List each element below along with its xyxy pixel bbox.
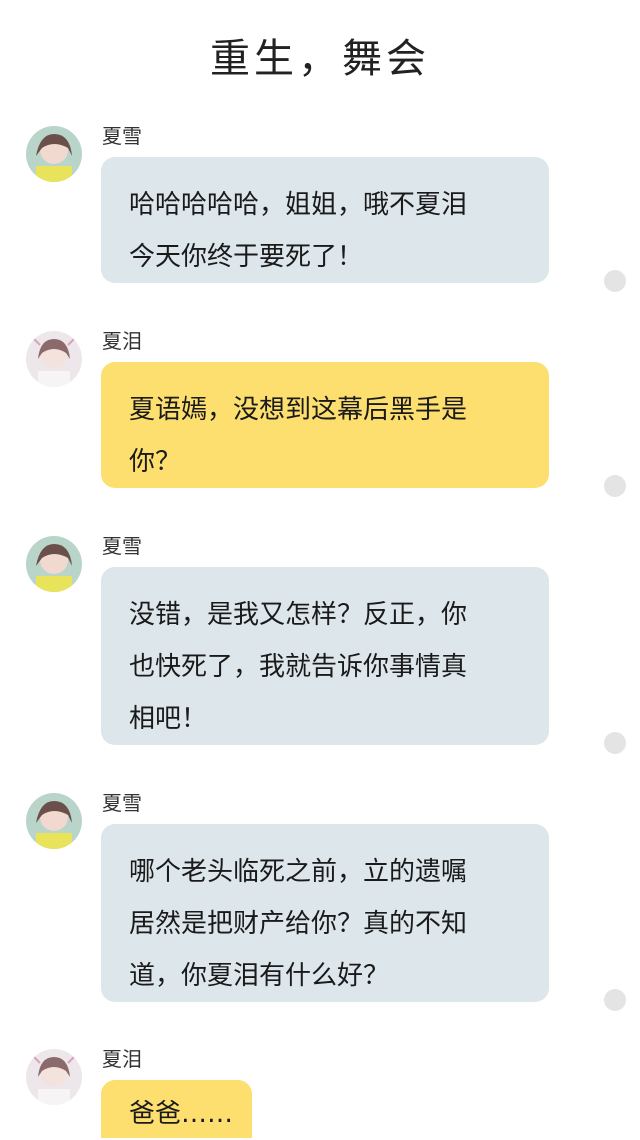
message-bubble: 没错，是我又怎样？反正，你 也快死了，我就告诉你事情真 相吧！ <box>101 567 549 745</box>
avatar-xialei[interactable] <box>26 1049 82 1105</box>
read-status-dot <box>604 475 626 497</box>
avatar-xiaxue[interactable] <box>26 793 82 849</box>
avatar-xialei[interactable] <box>26 331 82 387</box>
message-text-line: 你？ <box>129 447 182 477</box>
message-bubble: 爸爸…… <box>101 1080 252 1138</box>
avatar-xiaxue[interactable] <box>26 126 82 182</box>
sender-name: 夏雪 <box>102 534 142 558</box>
sender-name: 夏雪 <box>102 791 142 815</box>
sender-name: 夏泪 <box>102 1047 142 1071</box>
message-text-line: 相吧！ <box>129 704 208 734</box>
message-text-line: 今天你终于要死了！ <box>129 242 364 272</box>
avatar-xiaxue[interactable] <box>26 536 82 592</box>
page-title: 重生，舞会 <box>210 36 430 82</box>
message-text-line: 爸爸…… <box>129 1099 234 1129</box>
read-status-dot <box>604 732 626 754</box>
read-status-dot <box>604 270 626 292</box>
read-status-dot <box>604 989 626 1011</box>
message-text-line: 哈哈哈哈哈，姐姐，哦不夏泪 <box>129 190 468 220</box>
message-text-line: 哪个老头临死之前，立的遗嘱 <box>129 857 468 887</box>
message-text-line: 没错，是我又怎样？反正，你 <box>129 600 468 630</box>
message-text-line: 道，你夏泪有什么好？ <box>129 961 390 991</box>
message-bubble: 哈哈哈哈哈，姐姐，哦不夏泪 今天你终于要死了！ <box>101 157 549 283</box>
message-text-line: 居然是把财产给你？真的不知 <box>129 909 468 939</box>
message-text-line: 夏语嫣，没想到这幕后黑手是 <box>129 395 468 425</box>
message-bubble: 哪个老头临死之前，立的遗嘱 居然是把财产给你？真的不知 道，你夏泪有什么好？ <box>101 824 549 1002</box>
message-bubble: 夏语嫣，没想到这幕后黑手是 你？ <box>101 362 549 488</box>
message-text-line: 也快死了，我就告诉你事情真 <box>129 652 468 682</box>
sender-name: 夏雪 <box>102 124 142 148</box>
sender-name: 夏泪 <box>102 329 142 353</box>
